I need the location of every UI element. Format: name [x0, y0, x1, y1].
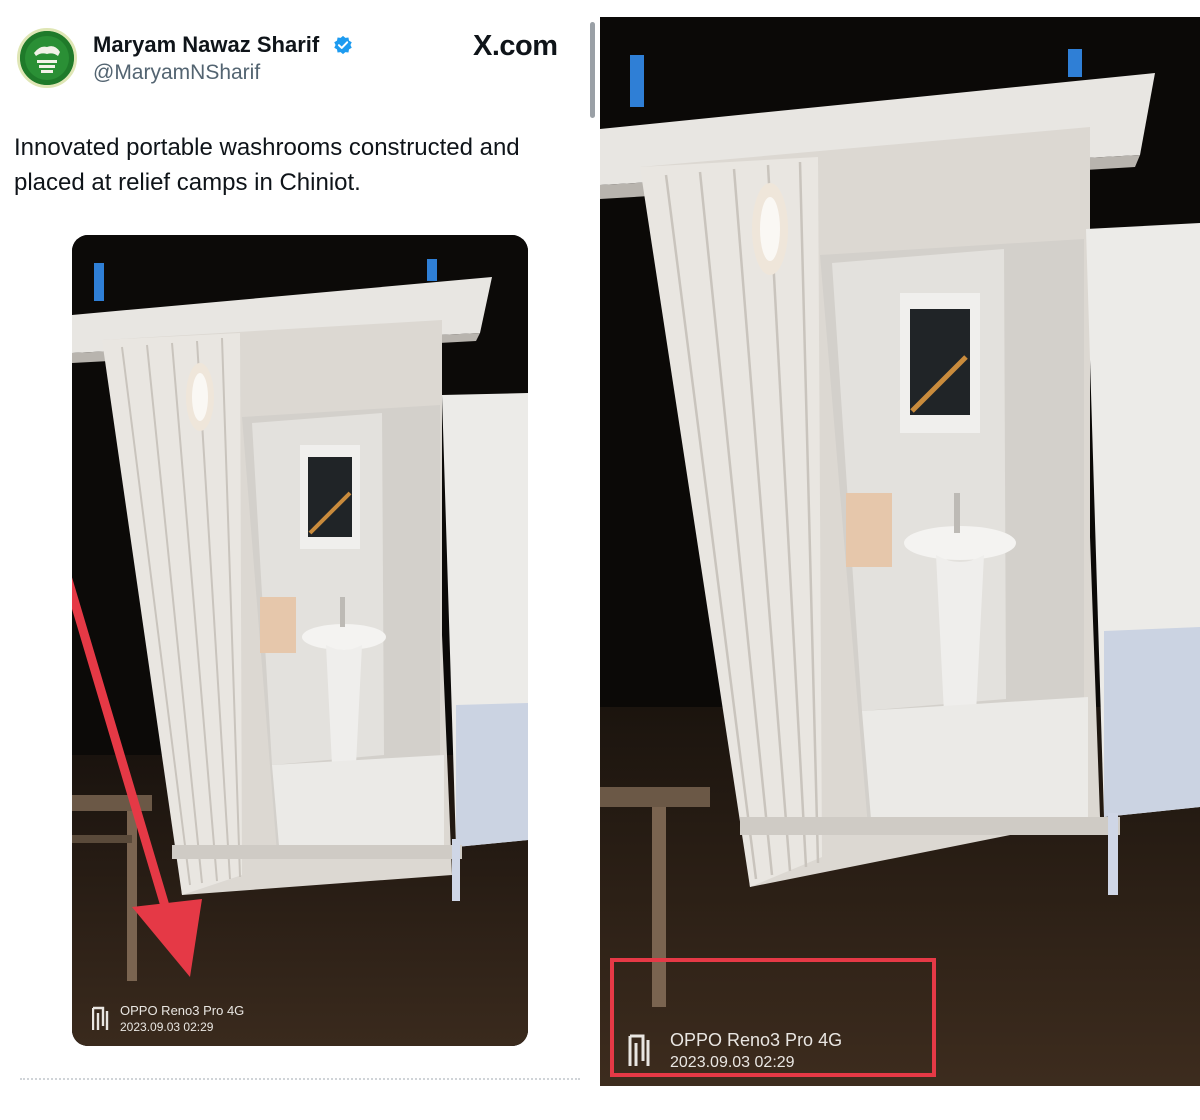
- oppo-watermark-icon: [92, 1006, 109, 1030]
- camera-watermark: OPPO Reno3 Pro 4G 2023.09.03 02:29: [92, 1002, 244, 1035]
- site-label: X.com: [473, 30, 558, 62]
- display-name[interactable]: Maryam Nawaz Sharif: [93, 32, 319, 58]
- divider: [20, 1078, 580, 1080]
- verified-badge-icon: [334, 35, 352, 55]
- watermark-model: OPPO Reno3 Pro 4G: [670, 1030, 843, 1050]
- tweet-media-photo[interactable]: OPPO Reno3 Pro 4G 2023.09.03 02:29: [72, 235, 528, 1046]
- tweet-text: Innovated portable washrooms constructed…: [14, 134, 520, 196]
- watermark-datetime: 2023.09.03 02:29: [670, 1054, 795, 1071]
- watermark-datetime: 2023.09.03 02:29: [120, 1020, 214, 1034]
- watermark-model: OPPO Reno3 Pro 4G: [120, 1003, 245, 1018]
- camera-watermark-zoomed: OPPO Reno3 Pro 4G 2023.09.03 02:29: [628, 1028, 842, 1074]
- washroom-photo-illustration: [72, 235, 528, 1046]
- zoomed-photo: OPPO Reno3 Pro 4G 2023.09.03 02:29: [600, 17, 1200, 1086]
- oppo-watermark-icon: [628, 1034, 650, 1066]
- washroom-zoom-illustration: [600, 17, 1200, 1086]
- tweet-card: Maryam Nawaz Sharif @MaryamNSharif X.com…: [0, 0, 596, 1120]
- scrollbar[interactable]: [590, 22, 595, 118]
- user-handle[interactable]: @MaryamNSharif: [93, 61, 260, 85]
- avatar[interactable]: [17, 28, 77, 88]
